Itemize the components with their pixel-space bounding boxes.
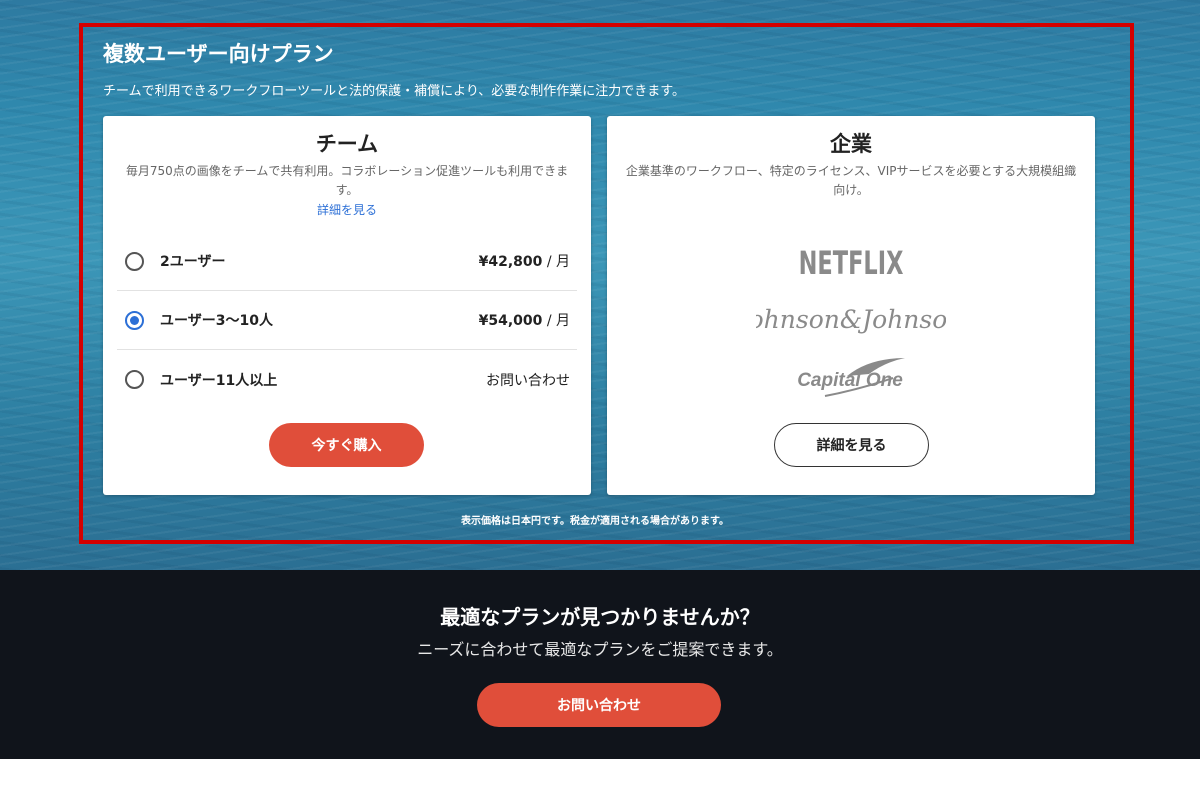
help-banner-title: 最適なプランが見つかりませんか？ bbox=[440, 605, 760, 629]
contact-button[interactable]: お問い合わせ bbox=[477, 683, 721, 727]
help-banner-subtitle: ニーズに合わせて最適なプランをご提案できます。 bbox=[417, 640, 783, 659]
team-details-link[interactable]: 詳細を見る bbox=[103, 201, 591, 218]
team-plan-card: チーム 毎月750点の画像をチームで共有利用。コラボレーション促進ツールも利用で… bbox=[103, 116, 591, 495]
option-price: ¥42,800 / 月 bbox=[478, 254, 570, 270]
section-subtitle: チームで利用できるワークフローツールと法的保護・補償により、必要な制作作業に注力… bbox=[103, 84, 686, 99]
buy-now-button[interactable]: 今すぐ購入 bbox=[269, 423, 424, 467]
price-note: 表示価格は日本円です。税金が適用される場合があります。 bbox=[461, 516, 729, 527]
enterprise-card-title: 企業 bbox=[830, 132, 872, 156]
option-label: ユーザー11人以上 bbox=[160, 372, 278, 389]
johnson-and-johnson-logo: Johnson&Johnson bbox=[607, 302, 1095, 345]
plan-option-3-10-users[interactable]: ユーザー3〜10人 ¥54,000 / 月 bbox=[117, 291, 577, 350]
hero-background: 複数ユーザー向けプラン チームで利用できるワークフローツールと法的保護・補償によ… bbox=[0, 0, 1200, 570]
option-price: お問い合わせ bbox=[486, 372, 570, 389]
radio-3-10-users[interactable] bbox=[125, 310, 144, 330]
plan-option-11-plus-users[interactable]: ユーザー11人以上 お問い合わせ bbox=[117, 350, 577, 409]
enterprise-details-button[interactable]: 詳細を見る bbox=[774, 423, 929, 467]
johnson-and-johnson-logo-graphic: Johnson&Johnson bbox=[734, 305, 964, 334]
team-card-title: チーム bbox=[315, 132, 379, 156]
option-label: 2ユーザー bbox=[160, 254, 226, 270]
section-title: 複数ユーザー向けプラン bbox=[103, 42, 334, 66]
option-price: ¥54,000 / 月 bbox=[478, 313, 570, 329]
option-label: ユーザー3〜10人 bbox=[160, 313, 273, 329]
radio-2-users[interactable] bbox=[125, 251, 144, 271]
svg-text:Johnson&Johnson: Johnson&Johnson bbox=[756, 305, 946, 334]
team-card-description: 毎月750点の画像をチームで共有利用。コラボレーション促進ツールも利用できます。 bbox=[125, 164, 569, 197]
enterprise-card-description: 企業基準のワークフロー、特定のライセンス、VIPサービスを必要とする大規模組織向… bbox=[625, 164, 1077, 197]
help-banner: 最適なプランが見つかりませんか？ ニーズに合わせて最適なプランをご提案できます。… bbox=[0, 570, 1200, 759]
enterprise-plan-card: 企業 企業基準のワークフロー、特定のライセンス、VIPサービスを必要とする大規模… bbox=[607, 116, 1095, 495]
plan-option-2-users[interactable]: 2ユーザー ¥42,800 / 月 bbox=[117, 232, 577, 291]
capital-one-logo-graphic: Capital One bbox=[797, 358, 905, 397]
radio-11-plus-users[interactable] bbox=[125, 370, 144, 389]
netflix-logo: NETFLIX bbox=[798, 244, 904, 282]
capital-one-logo: Capital One bbox=[607, 352, 1095, 402]
